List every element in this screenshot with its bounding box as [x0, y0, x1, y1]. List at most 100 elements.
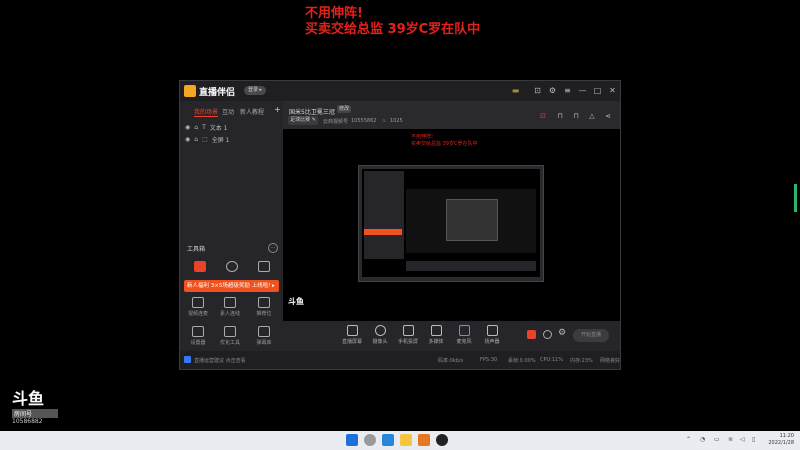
media-button[interactable]: 多媒体 — [425, 325, 447, 345]
speaker-icon — [486, 325, 498, 336]
nested-window — [446, 199, 498, 241]
text-source-icon: T — [202, 124, 206, 131]
tab-interact[interactable]: 互动 — [222, 107, 234, 116]
tool-settings[interactable]: 设置器 — [186, 326, 210, 348]
screen-button[interactable]: 直播屏幕 — [341, 325, 363, 345]
douyu-logo: 斗鱼 — [12, 389, 45, 408]
fullscreen-source-icon: ⬚ — [202, 136, 208, 143]
record-icon[interactable] — [527, 330, 536, 339]
room-header: 国米5比卫冕三冠 修改 足球比赛 ✎ 云商视频号 10555862 ♨ 1025… — [283, 101, 620, 129]
eye-icon[interactable]: ◉ — [185, 124, 190, 131]
logo-icon — [184, 85, 196, 97]
status-bar: 直播运营建议 点击查看 码率:0kb/s FPS:30 丢帧:0.00% CPU… — [180, 351, 620, 369]
tray-app-icon[interactable]: ◔ — [700, 436, 705, 443]
camera-icon — [374, 325, 386, 336]
tab-my-scenes[interactable]: 我的场景 — [194, 107, 219, 117]
battery-icon[interactable]: ▯ — [752, 436, 755, 443]
popularity: 1025 — [390, 118, 403, 124]
lock-icon[interactable]: ⌂ — [194, 136, 198, 143]
recursive-preview — [358, 165, 544, 282]
tool-label: 素人连线 — [219, 311, 240, 317]
room-number: 10586882 — [12, 418, 43, 425]
system-clock[interactable]: 11:20 2022/1/28 — [768, 433, 794, 447]
bell-icon[interactable]: △ — [587, 111, 597, 121]
bitrate: 码率:0kb/s — [438, 358, 464, 364]
phone-cast-button[interactable]: 手机投屏 — [397, 325, 419, 345]
add-scene-icon[interactable]: + — [274, 105, 281, 114]
source-row[interactable]: ◉ ⌂ T 文本 1 — [185, 123, 227, 132]
timer-icon[interactable] — [543, 330, 552, 339]
lock-icon[interactable]: ⊓ — [555, 111, 565, 121]
tray-arrow-icon[interactable]: ⌃ — [686, 436, 691, 443]
room-id: 10555862 — [351, 118, 377, 124]
nested-banner — [364, 229, 402, 235]
cpu-usage: CPU:11% — [540, 357, 563, 363]
windows-start-icon[interactable] — [346, 434, 358, 446]
recursive-preview-inner — [362, 169, 540, 277]
more-icon[interactable]: ⋯ — [268, 243, 278, 253]
app-logo: 直播伴侣 — [184, 84, 235, 98]
app-icon[interactable] — [436, 434, 448, 446]
clock-time: 11:20 — [779, 433, 794, 439]
live-companion-icon[interactable] — [418, 434, 430, 446]
wifi-icon[interactable]: ≋ — [728, 436, 733, 443]
tool-label: 视频连麦 — [187, 311, 208, 317]
canvas-overlay-line-2: 买卖交给总监 39岁C罗在队中 — [411, 141, 478, 147]
volume-icon[interactable]: ◁ — [740, 436, 745, 443]
speaker-button[interactable]: 扬声器 — [481, 325, 503, 345]
notification-icon[interactable]: ⊡ — [538, 111, 548, 121]
camera-button[interactable]: 摄像头 — [369, 325, 391, 345]
edge-browser-icon[interactable] — [382, 434, 394, 446]
lock-icon[interactable]: ⌂ — [194, 124, 198, 131]
control-bar: 直播屏幕 摄像头 手机投屏 多媒体 麦克风 扬声器 ⚙ 开始直播 — [283, 321, 620, 351]
edit-title-button[interactable]: 修改 — [337, 105, 351, 113]
maximize-icon[interactable]: □ — [592, 85, 603, 96]
category-button[interactable]: 足球比赛 ✎ — [288, 116, 318, 125]
status-tip[interactable]: 直播运营建议 点击查看 — [194, 357, 246, 364]
tool-danmaku[interactable]: 弹幕库 — [252, 326, 276, 348]
minimize-icon[interactable]: — — [577, 85, 588, 96]
live-companion-window: 直播伴侣 登录 ▸ ▬ ⊡ ⚙ ≡ — □ ✕ 我的场景 互动 新人教程 + ◉… — [179, 80, 621, 370]
tool-label: 设置器 — [190, 340, 206, 346]
fps: FPS:30 — [480, 357, 498, 363]
lock-alt-icon[interactable]: ⊓ — [571, 111, 581, 121]
share-icon[interactable]: ⋖ — [603, 111, 613, 121]
toolbox-title: 工具箱 — [187, 246, 206, 253]
menu-icon[interactable]: ≡ — [562, 85, 573, 96]
room-number-label: 房间号 — [12, 409, 58, 418]
eye-icon[interactable]: ◉ — [185, 136, 190, 143]
tool-video-link[interactable]: 视频连麦 — [186, 297, 210, 319]
file-explorer-icon[interactable] — [400, 434, 412, 446]
overlay-line-2: 买卖交给总监 39岁C罗在队中 — [305, 22, 481, 37]
flame-icon: ♨ — [382, 118, 387, 124]
edge-marker — [794, 184, 797, 212]
app-name: 直播伴侣 — [199, 87, 236, 98]
tab-tutorial[interactable]: 新人教程 — [240, 107, 264, 116]
tool-label: 弹幕库 — [256, 340, 272, 346]
tool-label: 推荐位 — [256, 311, 272, 317]
canvas-douyu-logo: 斗鱼 — [288, 297, 304, 306]
mic-icon — [458, 325, 470, 336]
promo-banner[interactable]: 新人福利 3×5场超级奖励 上线啦! ▸ — [184, 280, 279, 292]
source-label: 文本 1 — [209, 125, 228, 132]
douyu-watermark: 斗鱼 房间号 10586882 — [12, 385, 58, 431]
nested-left-panel — [364, 171, 404, 259]
keyboard-icon[interactable]: ▭ — [714, 436, 720, 443]
tool-recommend[interactable]: 推荐位 — [252, 297, 276, 319]
login-button[interactable]: 登录 ▸ — [244, 86, 266, 95]
dropped-frames: 丢帧:0.00% — [508, 358, 536, 364]
info-icon — [184, 356, 191, 363]
search-icon[interactable] — [364, 434, 376, 446]
source-row[interactable]: ◉ ⌂ ⬚ 全屏 1 — [185, 135, 229, 144]
settings-icon[interactable]: ⚙ — [547, 85, 558, 96]
tank-icon[interactable]: ▬ — [510, 85, 521, 96]
mic-button[interactable]: 麦克风 — [453, 325, 475, 345]
gear-icon[interactable]: ⚙ — [558, 328, 566, 338]
feedback-icon[interactable]: ⊡ — [532, 85, 543, 96]
memory-usage: 内存:23% — [570, 358, 593, 364]
tool-optimize[interactable]: 优化工具 — [218, 326, 242, 348]
preview-canvas[interactable]: 不用伸阵! 买卖交给总监 39岁C罗在队中 斗鱼 — [283, 129, 620, 321]
close-icon[interactable]: ✕ — [607, 85, 618, 96]
tool-guest-link[interactable]: 素人连线 — [218, 297, 242, 319]
start-live-button[interactable]: 开始直播 — [573, 329, 609, 342]
